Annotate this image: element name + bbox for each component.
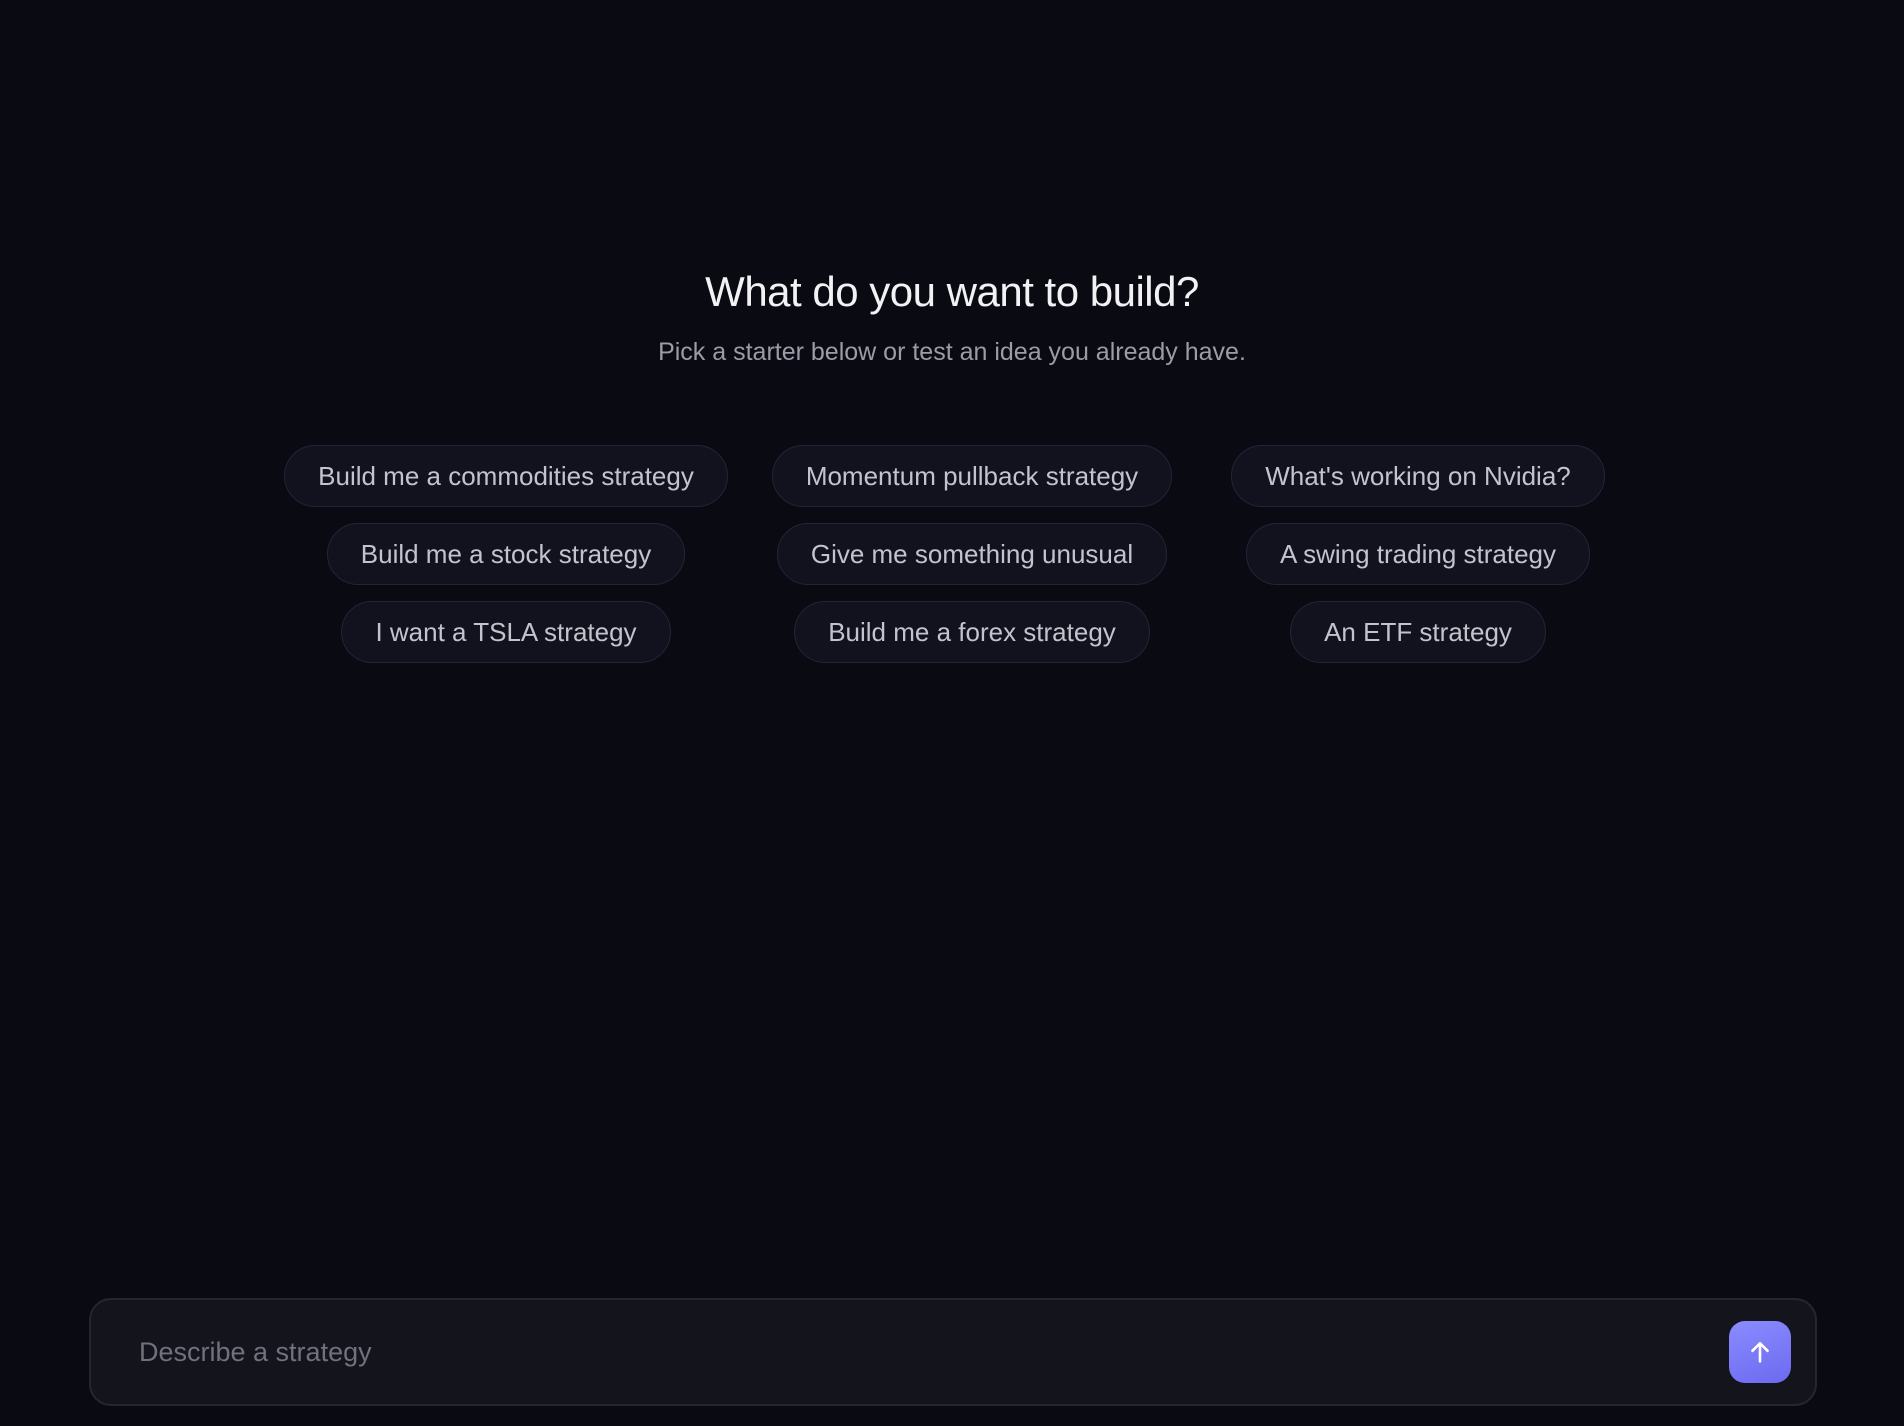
starter-chip-momentum-pullback[interactable]: Momentum pullback strategy bbox=[771, 445, 1173, 507]
starter-chip-stock[interactable]: Build me a stock strategy bbox=[326, 523, 686, 585]
prompt-composer bbox=[89, 1298, 1817, 1406]
starter-chip-etf[interactable]: An ETF strategy bbox=[1290, 601, 1546, 663]
starter-chip-nvidia[interactable]: What's working on Nvidia? bbox=[1231, 445, 1605, 507]
starter-chip-forex[interactable]: Build me a forex strategy bbox=[794, 601, 1150, 663]
starter-chip-commodities[interactable]: Build me a commodities strategy bbox=[284, 445, 728, 507]
starter-chip-swing-trading[interactable]: A swing trading strategy bbox=[1245, 523, 1591, 585]
strategy-prompt-input[interactable] bbox=[139, 1300, 1679, 1404]
arrow-up-icon bbox=[1751, 1341, 1769, 1363]
starter-prompts: Build me a commodities strategy Momentum… bbox=[0, 445, 1904, 663]
starter-chip-tsla[interactable]: I want a TSLA strategy bbox=[341, 601, 671, 663]
hero-section: What do you want to build? Pick a starte… bbox=[0, 262, 1904, 370]
starter-chip-unusual[interactable]: Give me something unusual bbox=[776, 523, 1168, 585]
page-subtitle: Pick a starter below or test an idea you… bbox=[658, 338, 1246, 366]
page-title: What do you want to build? bbox=[705, 268, 1199, 315]
strategy-builder-page: What do you want to build? Pick a starte… bbox=[0, 0, 1904, 1426]
send-button[interactable] bbox=[1729, 1321, 1791, 1383]
